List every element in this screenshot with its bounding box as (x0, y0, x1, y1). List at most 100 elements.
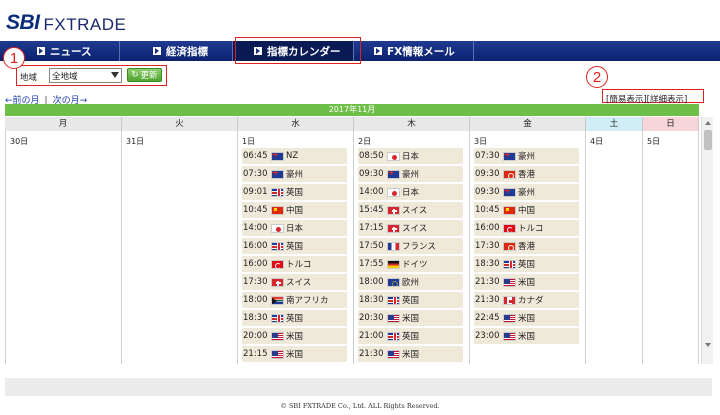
event-country: 中国 (286, 206, 304, 216)
event-item[interactable]: 16:00 トルコ (474, 220, 579, 236)
event-country: 南アフリカ (286, 296, 329, 306)
flag-gb-icon (387, 331, 400, 341)
event-country: 英国 (518, 260, 536, 270)
scroll-down-icon[interactable] (705, 343, 711, 347)
event-time: 20:00 (243, 331, 268, 341)
nav-item-3[interactable]: FX情報メール (354, 41, 474, 61)
flag-us-icon (503, 313, 516, 323)
event-time: 09:30 (475, 187, 500, 197)
event-item[interactable]: 16:00 英国 (242, 238, 347, 254)
annotation-box-nav (235, 37, 361, 64)
event-item[interactable]: 14:00 日本 (242, 220, 347, 236)
weekday-header: 月火水木金土日 (5, 117, 699, 131)
event-country: 日本 (286, 224, 304, 234)
weekday-5: 土 (586, 117, 643, 131)
annotation-number-2: 2 (586, 66, 608, 88)
event-time: 07:30 (475, 151, 500, 161)
annotation-number-1: 1 (3, 47, 25, 69)
scrollbar[interactable] (701, 117, 713, 364)
event-item[interactable]: 09:01 英国 (242, 184, 347, 200)
event-item[interactable]: 21:30 米国 (474, 274, 579, 290)
event-item[interactable]: 06:45 NZ (242, 148, 347, 164)
event-item[interactable]: 10:45 中国 (474, 202, 579, 218)
event-country: 英国 (402, 296, 420, 306)
event-time: 10:45 (475, 205, 500, 215)
flag-gb-icon (387, 295, 400, 305)
event-item[interactable]: 21:15 米国 (242, 346, 347, 362)
flag-au-icon (271, 169, 284, 179)
event-country: 豪州 (518, 152, 536, 162)
event-item[interactable]: 09:30 豪州 (474, 184, 579, 200)
event-item[interactable]: 17:50 フランス (358, 238, 463, 254)
event-item[interactable]: 23:00 米国 (474, 328, 579, 344)
event-item[interactable]: 18:30 英国 (242, 310, 347, 326)
event-item[interactable]: 20:00 米国 (242, 328, 347, 344)
event-item[interactable]: 18:30 英国 (358, 292, 463, 308)
event-item[interactable]: 07:30 豪州 (474, 148, 579, 164)
event-item[interactable]: 17:55 ドイツ (358, 256, 463, 272)
event-country: スイス (402, 224, 428, 234)
scroll-thumb[interactable] (704, 130, 712, 150)
event-item[interactable]: 16:00 トルコ (242, 256, 347, 272)
event-time: 14:00 (243, 223, 268, 233)
event-time: 16:00 (243, 241, 268, 251)
event-item[interactable]: 15:45 スイス (358, 202, 463, 218)
event-time: 09:30 (475, 169, 500, 179)
event-country: トルコ (286, 260, 312, 270)
region-select[interactable]: 全地域 (49, 68, 122, 83)
flag-gb-icon (503, 259, 516, 269)
arrow-right-icon (37, 47, 45, 55)
flag-us-icon (271, 331, 284, 341)
event-item[interactable]: 07:30 豪州 (242, 166, 347, 182)
event-item[interactable]: 21:30 米国 (358, 346, 463, 362)
event-item[interactable]: 10:45 中国 (242, 202, 347, 218)
event-country: 中国 (518, 206, 536, 216)
nav-item-label: FX情報メール (387, 45, 455, 58)
event-item[interactable]: 21:00 英国 (358, 328, 463, 344)
event-time: 16:00 (243, 259, 268, 269)
scroll-up-icon[interactable] (705, 121, 711, 125)
event-time: 18:30 (359, 295, 384, 305)
chevron-down-icon (111, 72, 119, 78)
event-country: 香港 (518, 242, 536, 252)
day-number: 3日 (474, 137, 488, 146)
event-time: 18:00 (243, 295, 268, 305)
event-country: 欧州 (402, 278, 420, 288)
event-country: 英国 (286, 188, 304, 198)
event-item[interactable]: 09:30 豪州 (358, 166, 463, 182)
event-item[interactable]: 14:00 日本 (358, 184, 463, 200)
event-time: 17:15 (359, 223, 384, 233)
event-time: 14:00 (359, 187, 384, 197)
flag-ch-icon (387, 223, 400, 233)
event-time: 21:30 (359, 349, 384, 359)
event-item[interactable]: 21:30 カナダ (474, 292, 579, 308)
event-country: スイス (286, 278, 312, 288)
event-item[interactable]: 20:30 米国 (358, 310, 463, 326)
event-item[interactable]: 18:30 英国 (474, 256, 579, 272)
day-number: 2日 (358, 137, 372, 146)
event-item[interactable]: 18:00 欧州 (358, 274, 463, 290)
logo[interactable]: SBI FXTRADE (6, 11, 126, 35)
event-item[interactable]: 17:30 スイス (242, 274, 347, 290)
event-item[interactable]: 17:30 香港 (474, 238, 579, 254)
day-cell: 3日 07:30 豪州 09:30 香港 09:30 豪州 10:45 中国 16:00 トルコ 17… (470, 131, 586, 364)
event-item[interactable]: 08:50 日本 (358, 148, 463, 164)
nav-item-1[interactable]: 経済指標 (120, 41, 233, 61)
day-number: 4日 (590, 137, 604, 146)
flag-au-icon (387, 169, 400, 179)
flag-us-icon (271, 349, 284, 359)
flag-us-icon (387, 349, 400, 359)
event-country: 英国 (402, 332, 420, 342)
event-item[interactable]: 17:15 スイス (358, 220, 463, 236)
footer-bar (5, 378, 712, 396)
update-button[interactable]: ↻ 更新 (127, 68, 162, 82)
flag-us-icon (503, 277, 516, 287)
flag-cn-icon (271, 205, 284, 215)
flag-jp-icon (271, 223, 284, 233)
arrow-right-icon (374, 47, 382, 55)
event-item[interactable]: 09:30 香港 (474, 166, 579, 182)
event-item[interactable]: 18:00 南アフリカ (242, 292, 347, 308)
logo-mark: SBI (6, 11, 40, 34)
event-item[interactable]: 22:45 米国 (474, 310, 579, 326)
flag-ch-icon (271, 277, 284, 287)
